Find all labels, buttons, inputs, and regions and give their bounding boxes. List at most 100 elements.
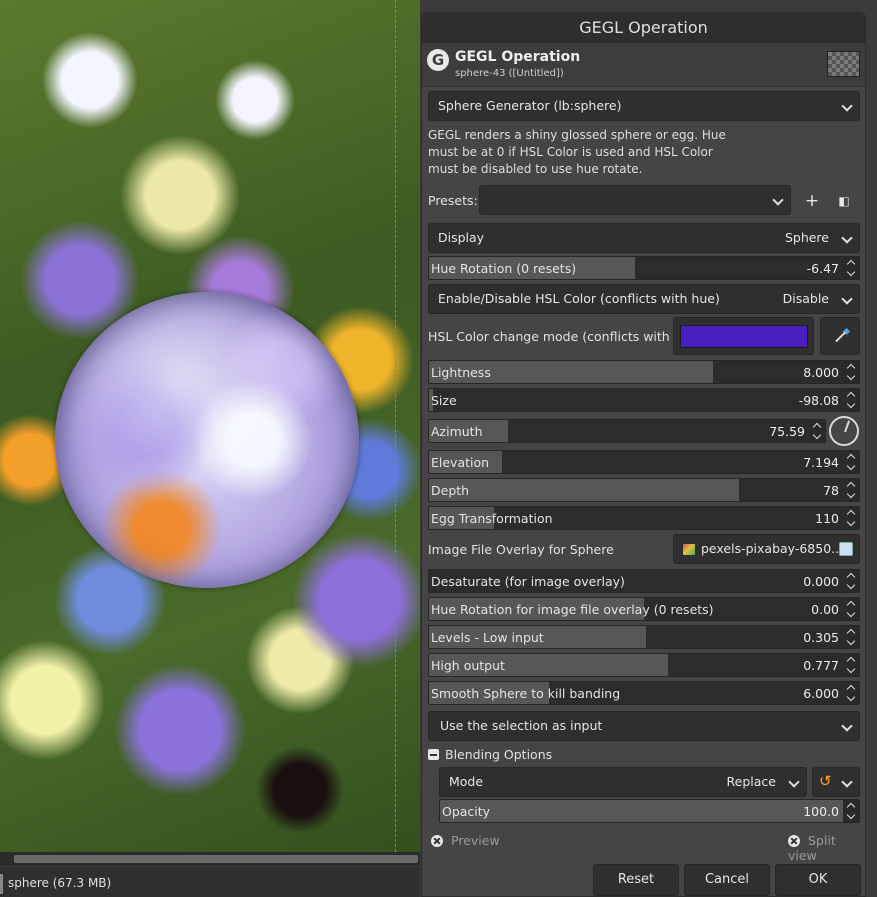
chevron-down-icon: [772, 194, 784, 206]
ok-button[interactable]: OK: [775, 864, 861, 896]
depth-slider[interactable]: Depth 78: [428, 478, 860, 502]
hsl-mode-label: HSL Color change mode (conflicts with hu…: [428, 329, 703, 344]
checkbox-icon: [788, 835, 800, 847]
lightness-label: Lightness: [431, 365, 491, 380]
reset-button[interactable]: Reset: [593, 864, 679, 896]
hue_overlay-slider[interactable]: Hue Rotation for image file overlay (0 r…: [428, 597, 860, 621]
status-bar: sphere (67.3 MB): [0, 867, 420, 897]
spin-arrows[interactable]: [843, 682, 859, 704]
operation-subtitle: sphere-43 ([Untitled]): [455, 68, 564, 79]
azimuth-value: 75.59: [769, 424, 805, 439]
image-canvas[interactable]: [0, 0, 420, 852]
preview-checkbox[interactable]: Preview: [431, 833, 500, 848]
image-file-name: pexels-pixabay-6850...: [701, 541, 844, 556]
input-source-value: Use the selection as input: [440, 718, 603, 733]
low_input-slider[interactable]: Levels - Low input 0.305: [428, 625, 860, 649]
hsl-color-swatch: [680, 325, 808, 348]
hue_overlay-value: 0.00: [811, 602, 839, 617]
elevation-value: 7.194: [803, 455, 839, 470]
operation-selector-value: Sphere Generator (lb:sphere): [438, 98, 622, 113]
size-label: Size: [431, 393, 457, 408]
spin-arrows[interactable]: [843, 800, 859, 822]
opacity-label: Opacity: [442, 804, 491, 819]
hue-rotation-slider[interactable]: Hue Rotation (0 resets) -6.47: [428, 256, 860, 280]
size-value: -98.08: [798, 393, 839, 408]
spin-arrows[interactable]: [843, 654, 859, 676]
spin-arrows[interactable]: [809, 420, 825, 442]
hue-rotation-value: -6.47: [806, 261, 839, 276]
depth-value: 78: [823, 483, 839, 498]
split-view-checkbox[interactable]: Split view: [788, 833, 865, 863]
egg-slider[interactable]: Egg Transformation 110: [428, 506, 860, 530]
chevron-down-icon: [788, 776, 800, 788]
spin-arrows[interactable]: [843, 361, 859, 383]
image-file-chooser[interactable]: pexels-pixabay-6850...: [673, 534, 860, 564]
size-slider[interactable]: Size -98.08: [428, 388, 860, 412]
desaturate-value: 0.000: [803, 574, 839, 589]
blending-options-label: Blending Options: [445, 747, 553, 762]
spin-arrows[interactable]: [843, 257, 859, 279]
scrollbar-thumb[interactable]: [14, 855, 418, 863]
spin-arrows[interactable]: [843, 626, 859, 648]
spin-arrows[interactable]: [843, 389, 859, 411]
status-marker: [0, 874, 3, 894]
spin-arrows[interactable]: [843, 507, 859, 529]
spin-arrows[interactable]: [843, 479, 859, 501]
smooth-value: 6.000: [803, 686, 839, 701]
blend-mode-reset-button[interactable]: ↺: [812, 767, 860, 797]
egg-value: 110: [815, 511, 839, 526]
low_input-label: Levels - Low input: [431, 630, 544, 645]
lightness-value: 8.000: [803, 365, 839, 380]
add-preset-button[interactable]: +: [801, 190, 823, 212]
desaturate-slider[interactable]: Desaturate (for image overlay) 0.000: [428, 569, 860, 593]
presets-combo[interactable]: [479, 185, 791, 215]
blending-options-toggle[interactable]: Blending Options: [428, 747, 552, 762]
smooth-slider[interactable]: Smooth Sphere to kill banding 6.000: [428, 681, 860, 705]
gegl-logo-icon: G: [427, 49, 449, 71]
spin-arrows[interactable]: [843, 570, 859, 592]
elevation-label: Elevation: [431, 455, 490, 470]
hue_overlay-label: Hue Rotation for image file overlay (0 r…: [431, 602, 714, 617]
operation-description: GEGL renders a shiny glossed sphere or e…: [428, 128, 726, 176]
dialog-header: G GEGL Operation sphere-43 ([Untitled]): [422, 43, 865, 87]
preset-menu-button[interactable]: ◧: [833, 190, 855, 212]
depth-label: Depth: [431, 483, 470, 498]
lightness-slider[interactable]: Lightness 8.000: [428, 360, 860, 384]
preview-label: Preview: [451, 833, 500, 848]
color-picker-button[interactable]: [820, 317, 860, 355]
display-combo[interactable]: Display Sphere: [428, 223, 860, 253]
azimuth-dial[interactable]: [829, 416, 859, 446]
hsl-color-button[interactable]: [673, 317, 814, 355]
display-value: Sphere: [784, 230, 829, 245]
egg-label: Egg Transformation: [431, 511, 553, 526]
collapse-icon: [428, 749, 439, 760]
blend-mode-combo[interactable]: Mode Replace: [439, 767, 807, 797]
elevation-slider[interactable]: Elevation 7.194: [428, 450, 860, 474]
smooth-label: Smooth Sphere to kill banding: [431, 686, 621, 701]
spin-arrows[interactable]: [843, 598, 859, 620]
window-title: GEGL Operation: [422, 13, 865, 43]
spin-arrows[interactable]: [843, 451, 859, 473]
opacity-slider[interactable]: Opacity 100.0: [439, 799, 860, 823]
hsl-toggle-combo[interactable]: Enable/Disable HSL Color (conflicts with…: [428, 284, 860, 314]
sphere-render: [55, 292, 359, 588]
status-text: sphere (67.3 MB): [8, 876, 112, 890]
reset-arrow-icon: ↺: [819, 772, 832, 790]
cancel-button[interactable]: Cancel: [684, 864, 770, 896]
azimuth-slider[interactable]: Azimuth 75.59: [428, 419, 826, 443]
open-file-icon: [839, 542, 853, 556]
high_output-value: 0.777: [803, 658, 839, 673]
input-source-combo[interactable]: Use the selection as input: [428, 711, 860, 741]
operation-selector[interactable]: Sphere Generator (lb:sphere): [428, 91, 860, 121]
gegl-operation-dialog: GEGL Operation G GEGL Operation sphere-4…: [421, 12, 866, 897]
blend-mode-value: Replace: [726, 774, 776, 789]
azimuth-label: Azimuth: [431, 424, 483, 439]
display-label: Display: [438, 230, 485, 245]
high_output-slider[interactable]: High output 0.777: [428, 653, 860, 677]
horizontal-scrollbar[interactable]: [0, 852, 420, 866]
chevron-down-icon: [841, 293, 853, 305]
hue-rotation-label: Hue Rotation (0 resets): [431, 261, 577, 276]
desaturate-label: Desaturate (for image overlay): [431, 574, 625, 589]
chevron-down-icon: [841, 232, 853, 244]
high_output-label: High output: [431, 658, 505, 673]
